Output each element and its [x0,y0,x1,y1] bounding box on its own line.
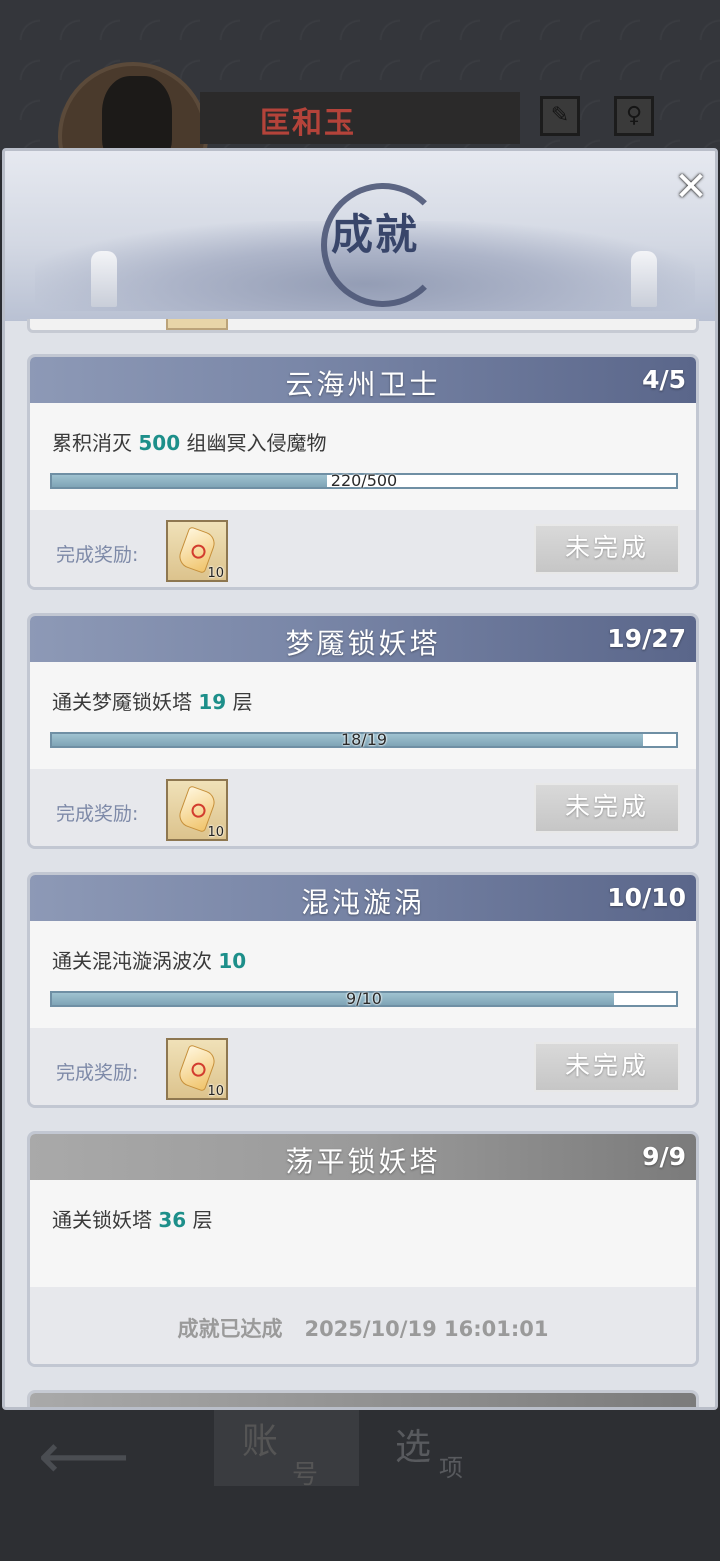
progress-bar: 9/10 [50,989,678,1008]
achievement-description: 通关混沌漩涡波次 10 [52,945,246,974]
dialog-title: 成就 [331,210,420,259]
card-header: 荡平锁妖塔 9/9 [30,1134,696,1180]
completion-row: 成就已达成 2025/10/19 16:01:01 [30,1287,696,1364]
lantern-icon [91,251,117,307]
achievement-description: 通关锁妖塔 36 层 [52,1204,213,1233]
claim-button[interactable]: 未完成 [534,524,680,574]
achievement-stage-count: 4/5 [642,365,686,394]
desc-number: 500 [138,431,181,455]
reward-row: 完成奖励: 10 未完成 [30,769,696,846]
achievement-stage-count: 10/10 [607,883,686,912]
achievement-title: 云海州卫士 [285,368,441,401]
reward-quantity: 10 [207,825,224,840]
lantern-icon [631,251,657,307]
achievement-card-partial [27,319,699,333]
dialog-header: 成就 ✕ [5,151,715,321]
card-header [30,1393,696,1407]
tab-account-main: 账 [242,1421,279,1462]
achievement-stage-count: 19/27 [607,624,686,653]
reward-quantity: 10 [207,566,224,581]
desc-prefix: 通关混沌漩涡波次 [52,949,219,973]
claim-button[interactable]: 未完成 [534,783,680,833]
tab-options-sub: 项 [439,1454,463,1482]
reward-item[interactable]: 10 [166,779,228,841]
reward-quantity: 10 [207,1084,224,1099]
back-arrow-icon[interactable]: ⟵ [38,1420,130,1494]
desc-number: 36 [158,1208,187,1232]
achievement-dialog: 成就 ✕ 云海州卫士 4/5 累积消灭 500 组幽冥入侵魔物 220/500 … [2,148,718,1410]
card-header: 混沌漩涡 10/10 [30,875,696,921]
achievement-title: 荡平锁妖塔 [285,1145,441,1178]
progress-bar: 220/500 [50,471,678,490]
desc-suffix: 组幽冥入侵魔物 [180,431,327,455]
achievement-card-completed: 荡平锁妖塔 9/9 通关锁妖塔 36 层 成就已达成 2025/10/19 16… [27,1131,699,1367]
desc-prefix: 累积消灭 [52,431,139,455]
progress-text: 9/10 [346,989,382,1008]
achievement-card: 梦魇锁妖塔 19/27 通关梦魇锁妖塔 19 层 18/19 完成奖励: 10 … [27,613,699,849]
progress-text: 18/19 [340,730,388,749]
tab-account-sub: 号 [292,1460,319,1490]
desc-prefix: 通关梦魇锁妖塔 [52,690,199,714]
reward-row: 完成奖励: 10 未完成 [30,510,696,587]
brush-icon[interactable]: ✎ [540,96,580,136]
progress-text: 220/500 [330,471,398,490]
tab-options[interactable]: 选 项 [395,1418,463,1482]
completion-label: 成就已达成 [177,1317,283,1341]
reward-item[interactable]: 10 [166,1038,228,1100]
tab-account[interactable]: 账 号 [214,1410,359,1490]
gender-icon[interactable]: ♀ [614,96,654,136]
achievement-card: 云海州卫士 4/5 累积消灭 500 组幽冥入侵魔物 220/500 完成奖励:… [27,354,699,590]
desc-suffix: 层 [226,690,253,714]
achievement-list[interactable]: 云海州卫士 4/5 累积消灭 500 组幽冥入侵魔物 220/500 完成奖励:… [5,319,715,1407]
card-header: 云海州卫士 4/5 [30,357,696,403]
close-button[interactable]: ✕ [671,167,711,207]
reward-label: 完成奖励: [56,544,139,566]
claim-button[interactable]: 未完成 [534,1042,680,1092]
achievement-title: 混沌漩涡 [300,886,425,919]
achievement-description: 通关梦魇锁妖塔 19 层 [52,686,253,715]
achievement-card-partial [27,1390,699,1407]
completion-time: 2025/10/19 16:01:01 [304,1317,549,1341]
card-header: 梦魇锁妖塔 19/27 [30,616,696,662]
desc-suffix: 层 [186,1208,213,1232]
player-name: 匡和玉 [260,106,356,141]
achievement-card: 混沌漩涡 10/10 通关混沌漩涡波次 10 9/10 完成奖励: 10 未完成 [27,872,699,1108]
reward-item-icon [166,319,228,330]
reward-item[interactable]: 10 [166,520,228,582]
desc-prefix: 通关锁妖塔 [52,1208,159,1232]
achievement-description: 累积消灭 500 组幽冥入侵魔物 [52,427,326,456]
tab-options-main: 选 [395,1427,432,1468]
desc-number: 10 [218,949,247,973]
completion-status: 成就已达成 2025/10/19 16:01:01 [30,1313,696,1343]
progress-bar: 18/19 [50,730,678,749]
reward-row: 完成奖励: 10 未完成 [30,1028,696,1105]
achievement-stage-count: 9/9 [642,1142,686,1171]
reward-label: 完成奖励: [56,1062,139,1084]
desc-number: 19 [198,690,227,714]
player-name-bar [200,92,520,144]
achievement-title: 梦魇锁妖塔 [285,627,441,660]
reward-label: 完成奖励: [56,803,139,825]
